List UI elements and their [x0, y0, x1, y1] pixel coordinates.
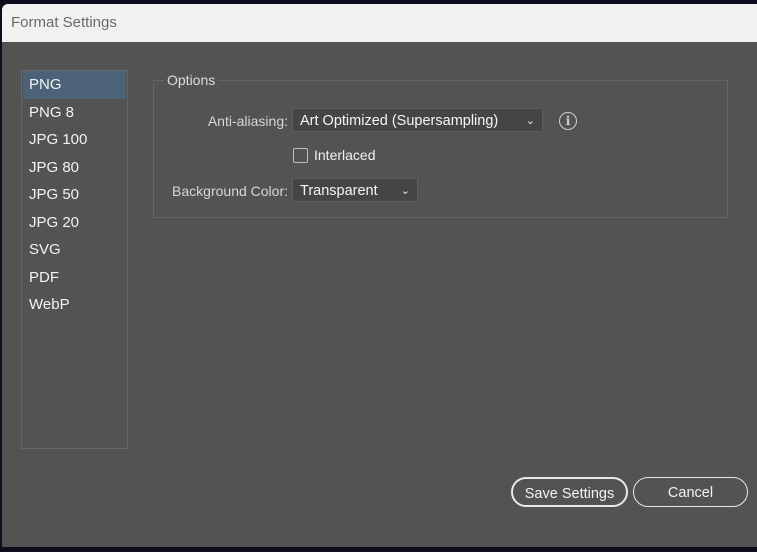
- save-settings-button[interactable]: Save Settings: [511, 477, 628, 507]
- format-settings-dialog: Format Settings PNG PNG 8 JPG 100 JPG 80…: [2, 4, 757, 547]
- chevron-down-icon: ⌄: [525, 115, 535, 127]
- format-item-jpg50[interactable]: JPG 50: [23, 181, 126, 209]
- format-item-svg[interactable]: SVG: [23, 236, 126, 264]
- anti-aliasing-label: Anti-aliasing:: [207, 113, 288, 129]
- format-item-webp[interactable]: WebP: [23, 291, 126, 319]
- format-list[interactable]: PNG PNG 8 JPG 100 JPG 80 JPG 50 JPG 20 S…: [21, 70, 128, 449]
- format-item-png[interactable]: PNG: [23, 71, 126, 99]
- format-item-jpg20[interactable]: JPG 20: [23, 209, 126, 237]
- background-color-value: Transparent: [300, 183, 378, 199]
- format-item-jpg100[interactable]: JPG 100: [23, 126, 126, 154]
- anti-aliasing-value: Art Optimized (Supersampling): [300, 113, 499, 129]
- chevron-down-icon: ⌄: [400, 185, 410, 197]
- format-item-jpg80[interactable]: JPG 80: [23, 154, 126, 182]
- format-item-pdf[interactable]: PDF: [23, 264, 126, 292]
- format-item-png8[interactable]: PNG 8: [23, 99, 126, 127]
- options-group: Options Anti-aliasing: Art Optimized (Su…: [153, 72, 728, 218]
- cancel-button[interactable]: Cancel: [633, 477, 748, 507]
- dialog-title: Format Settings: [2, 4, 757, 42]
- options-group-label: Options: [164, 72, 219, 88]
- background-color-label: Background Color:: [172, 183, 288, 199]
- info-icon[interactable]: i: [559, 112, 577, 130]
- anti-aliasing-dropdown[interactable]: Art Optimized (Supersampling) ⌄: [292, 108, 543, 132]
- interlaced-checkbox[interactable]: [293, 148, 308, 163]
- interlaced-label[interactable]: Interlaced: [314, 147, 375, 163]
- background-color-dropdown[interactable]: Transparent ⌄: [292, 178, 418, 202]
